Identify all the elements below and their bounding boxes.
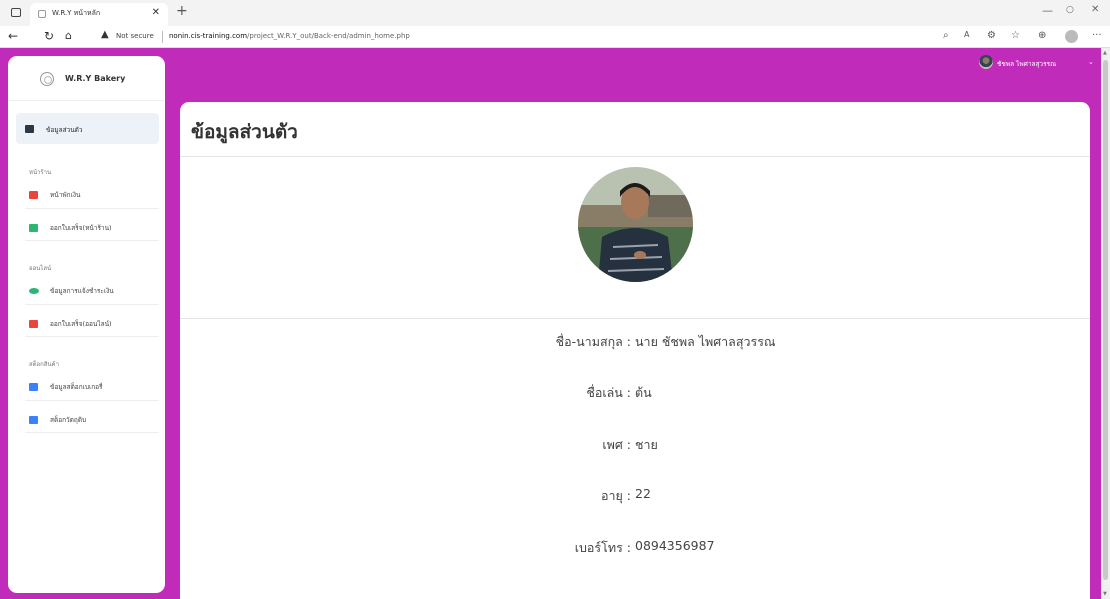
new-tab-icon[interactable]: + — [176, 3, 188, 19]
search-icon[interactable]: ⌕ — [943, 30, 949, 41]
warning-icon[interactable]: ▲ — [101, 29, 109, 40]
favicon-icon — [38, 10, 46, 18]
close-window-icon[interactable]: ✕ — [1091, 4, 1099, 15]
card-header: ข้อมูลส่วนตัว — [180, 102, 1090, 157]
field-label: ชื่อ-นามสกุล : — [555, 334, 631, 349]
divider — [25, 208, 159, 209]
divider — [25, 240, 159, 241]
page-background: W.R.Y Bakery ข้อมูลส่วนตัว หน้าร้าน หน้า… — [0, 48, 1110, 599]
more-menu-icon[interactable]: ··· — [1092, 30, 1102, 41]
book-red-icon — [29, 320, 38, 328]
close-tab-icon[interactable]: ✕ — [152, 7, 160, 18]
address-bar: ← ↻ ⌂ ▲ Not secure nonin.cis-training.co… — [0, 26, 1110, 48]
field-value: ต้น — [635, 385, 652, 400]
address-divider — [162, 31, 163, 43]
chevron-down-icon: ⌄ — [1088, 58, 1094, 66]
favorites-icon[interactable]: ☆ — [1011, 30, 1020, 41]
scroll-thumb[interactable] — [1103, 60, 1108, 580]
sidebar-item-profile[interactable]: ข้อมูลส่วนตัว — [16, 113, 159, 144]
brand[interactable]: W.R.Y Bakery — [8, 56, 165, 101]
field-label: เพศ : — [602, 437, 631, 452]
sidebar-item-label: ข้อมูลการแจ้งชำระเงิน — [50, 287, 114, 295]
profile-card: ข้อมูลส่วนตัว ชื่อ-นามสกุล : นาย ชัชพล ไ… — [180, 102, 1090, 599]
field-nickname: ชื่อเล่น : ต้น — [180, 383, 1090, 403]
book-red-icon — [29, 191, 38, 199]
sidebar-item-label: ออกใบเสร็จ(ออนไลน์) — [50, 320, 112, 328]
field-value: 0894356987 — [635, 538, 715, 553]
divider — [25, 432, 159, 433]
field-value: นาย ชัชพล ไพศาลสุวรรณ — [635, 334, 776, 349]
book-green-icon — [29, 224, 38, 232]
page-scrollbar[interactable]: ▲ ▼ — [1101, 48, 1110, 599]
field-phone: เบอร์โทร : 0894356987 — [180, 538, 1090, 558]
field-fullname: ชื่อ-นามสกุล : นาย ชัชพล ไพศาลสุวรรณ — [180, 332, 1090, 352]
divider — [25, 336, 159, 337]
profile-photo — [578, 167, 693, 282]
refresh-icon[interactable]: ↻ — [44, 29, 54, 43]
sidebar-item-label: ข้อมูลส่วนตัว — [46, 126, 83, 134]
user-avatar — [979, 55, 993, 69]
minimize-icon[interactable]: — — [1042, 4, 1053, 17]
back-icon[interactable]: ← — [8, 29, 18, 43]
field-age: อายุ : 22 — [180, 486, 1090, 506]
not-secure-label[interactable]: Not secure — [116, 32, 154, 40]
field-gender: เพศ : ชาย — [180, 435, 1090, 455]
page-title: ข้อมูลส่วนตัว — [191, 121, 298, 143]
tab-actions-icon[interactable] — [11, 8, 21, 17]
section-heading-stock: สต็อกสินค้า — [29, 361, 59, 368]
sidebar: W.R.Y Bakery ข้อมูลส่วนตัว หน้าร้าน หน้า… — [8, 56, 165, 593]
users-icon — [29, 288, 39, 294]
sitemap-icon — [29, 383, 38, 391]
sidebar-item-label: หน้าพักเงิน — [50, 191, 81, 199]
home-icon[interactable]: ⌂ — [65, 29, 72, 42]
scroll-up-icon[interactable]: ▲ — [1103, 50, 1107, 56]
field-label: เบอร์โทร : — [574, 540, 631, 555]
field-value: ชาย — [635, 437, 658, 452]
restore-icon[interactable]: ○ — [1066, 5, 1074, 15]
scroll-down-icon[interactable]: ▼ — [1103, 591, 1107, 597]
url-field[interactable]: nonin.cis-training.com/project_W.R.Y_out… — [169, 32, 410, 40]
photo-section — [180, 157, 1090, 319]
section-heading-online: ออนไลน์ — [29, 265, 52, 272]
read-aloud-icon[interactable]: A — [964, 30, 969, 39]
extensions-icon[interactable]: ⚙ — [987, 30, 996, 41]
sidebar-item-label: ออกใบเสร็จ(หน้าร้าน) — [50, 224, 112, 232]
brand-name: W.R.Y Bakery — [65, 74, 126, 83]
collections-icon[interactable]: ⊕ — [1038, 30, 1046, 41]
bakery-logo-icon — [40, 72, 54, 86]
book-blue-icon — [29, 416, 38, 424]
sidebar-item-label: ข้อมูลสต็อกเบเกอรี่ — [50, 383, 103, 391]
user-name: ชัชพล ไพศาลสุวรรณ — [997, 60, 1057, 68]
sidebar-item-label: สต็อกวัตถุดิบ — [50, 416, 87, 424]
divider — [25, 304, 159, 305]
id-card-icon — [25, 125, 34, 133]
field-label: อายุ : — [600, 488, 631, 503]
browser-profile-icon[interactable] — [1065, 30, 1078, 43]
section-heading-storefront: หน้าร้าน — [29, 169, 52, 176]
field-value: 22 — [635, 486, 651, 501]
browser-tab-bar: W.R.Y หน้าหลัก ✕ + — ○ ✕ — [0, 0, 1110, 26]
tab-title: W.R.Y หน้าหลัก — [52, 9, 101, 17]
divider — [25, 400, 159, 401]
browser-tab[interactable]: W.R.Y หน้าหลัก ✕ — [30, 3, 168, 26]
field-label: ชื่อเล่น : — [586, 385, 631, 400]
